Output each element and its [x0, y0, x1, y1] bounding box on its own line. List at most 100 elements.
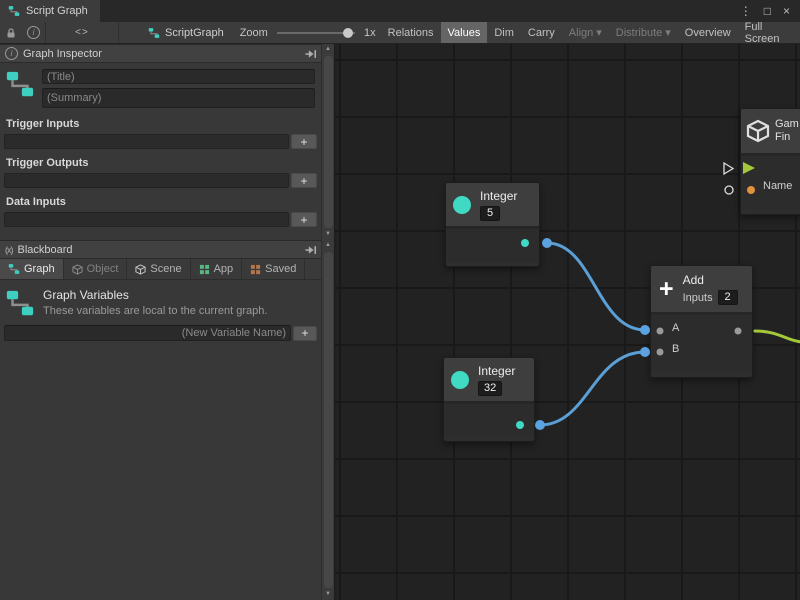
- node-title-line2: Fin: [775, 131, 799, 144]
- blackboard-panel: (x) Blackboard Graph Object: [0, 240, 334, 600]
- app-tab-icon: [199, 264, 210, 275]
- scroll-up-icon[interactable]: ▲: [325, 241, 331, 250]
- graph-inspector-header: i Graph Inspector: [0, 44, 321, 63]
- integer-value-field[interactable]: 32: [478, 381, 502, 396]
- wire-add-result-offscreen[interactable]: [755, 331, 800, 342]
- inspector-scrollbar[interactable]: ▲ ▼: [321, 44, 334, 240]
- node-title: Integer: [480, 189, 517, 203]
- game-object-cube-icon: [746, 119, 770, 143]
- window-tab-script-graph[interactable]: Script Graph: [0, 0, 100, 22]
- align-dropdown[interactable]: Align ▾: [562, 22, 609, 43]
- chevron-down-icon: ▾: [596, 26, 602, 39]
- info-icon: i: [27, 26, 40, 39]
- integer-literal-icon: [450, 370, 470, 390]
- tab-graph-label: Graph: [24, 263, 55, 275]
- distribute-label: Distribute: [616, 27, 662, 39]
- script-graph-icon: [148, 27, 160, 39]
- empty-list: [4, 134, 289, 149]
- full-screen-button[interactable]: Full Screen: [738, 22, 800, 43]
- wire-endpoint[interactable]: [640, 347, 650, 357]
- info-icon-glyph: i: [33, 28, 35, 37]
- integer-value-field[interactable]: 5: [480, 206, 500, 221]
- graph-summary-input[interactable]: [42, 88, 315, 108]
- values-button[interactable]: Values: [441, 22, 488, 43]
- window-close-icon[interactable]: ×: [783, 5, 790, 17]
- node-find-partial[interactable]: Gam Fin Name: [740, 108, 800, 215]
- add-trigger-input-button[interactable]: +: [291, 134, 317, 149]
- overview-button[interactable]: Overview: [678, 22, 738, 43]
- tab-app[interactable]: App: [191, 259, 243, 279]
- graph-asset-name: ScriptGraph: [165, 27, 224, 39]
- saved-tab-icon: [250, 264, 261, 275]
- node-port-area: [446, 229, 539, 262]
- tab-object-label: Object: [87, 263, 119, 275]
- tab-saved[interactable]: Saved: [242, 259, 305, 279]
- wire-integer32-to-add-b[interactable]: [540, 352, 645, 425]
- graph-canvas[interactable]: Integer 5 Integer 32 +: [335, 44, 800, 600]
- inputs-count-field[interactable]: 2: [718, 290, 738, 305]
- graph-title-input[interactable]: [42, 69, 315, 84]
- tab-scene[interactable]: Scene: [127, 259, 190, 279]
- dock-window-icon[interactable]: [305, 48, 316, 59]
- window-menu-icon[interactable]: ⋮: [740, 5, 752, 17]
- scroll-down-icon[interactable]: ▼: [325, 590, 331, 599]
- add-node-icon: +: [659, 279, 674, 299]
- zoom-label: Zoom: [235, 22, 273, 43]
- new-variable-input[interactable]: [4, 325, 291, 341]
- graph-info-button[interactable]: i: [22, 22, 45, 43]
- new-variable-row: +: [0, 322, 321, 344]
- node-port-area: [444, 404, 534, 437]
- blackboard-scrollbar[interactable]: ▲ ▼: [321, 240, 334, 600]
- dock-window-icon[interactable]: [305, 244, 316, 255]
- graph-asset-label: ScriptGraph: [143, 22, 229, 43]
- zoom-value: 1x: [359, 22, 381, 43]
- port-find-value-input[interactable]: [725, 186, 733, 194]
- scrollbar-thumb[interactable]: [324, 252, 333, 588]
- tab-object[interactable]: Object: [64, 259, 128, 279]
- zoom-slider[interactable]: [277, 32, 355, 34]
- add-variable-button[interactable]: +: [293, 326, 317, 341]
- graph-variables-title: Graph Variables: [43, 288, 267, 302]
- integer-literal-icon: [452, 195, 472, 215]
- info-icon: i: [5, 47, 18, 60]
- graph-inspector-panel: i Graph Inspector Trigger Inputs +: [0, 44, 334, 240]
- lock-button[interactable]: [0, 22, 22, 43]
- lock-icon: [5, 27, 17, 39]
- wire-endpoint[interactable]: [640, 325, 650, 335]
- scene-tab-icon: [135, 264, 146, 275]
- blackboard-header: (x) Blackboard: [0, 240, 321, 259]
- wire-endpoint[interactable]: [535, 420, 545, 430]
- scrollbar-thumb[interactable]: [324, 56, 333, 228]
- scroll-up-icon[interactable]: ▲: [325, 45, 331, 54]
- port-find-invoke-arrow-icon[interactable]: [724, 163, 733, 174]
- scroll-down-icon[interactable]: ▼: [325, 230, 331, 239]
- node-title: Add: [683, 273, 704, 287]
- graph-toolbar: i <> ScriptGraph Zoom 1x Relations Value…: [0, 22, 800, 44]
- relations-button[interactable]: Relations: [381, 22, 441, 43]
- node-add[interactable]: + Add Inputs 2 A B: [650, 265, 753, 378]
- wire-endpoint[interactable]: [542, 238, 552, 248]
- distribute-dropdown[interactable]: Distribute ▾: [609, 22, 678, 43]
- carry-button[interactable]: Carry: [521, 22, 562, 43]
- edit-source-button[interactable]: <>: [45, 22, 119, 43]
- window-maximize-icon[interactable]: □: [764, 5, 771, 17]
- carry-label: Carry: [528, 27, 555, 39]
- plus-icon: +: [302, 327, 309, 339]
- add-data-input-button[interactable]: +: [291, 212, 317, 227]
- blackboard-tabs: Graph Object Scene App: [0, 259, 321, 280]
- node-port-area: A B: [651, 315, 752, 373]
- trigger-outputs-list: +: [0, 173, 321, 188]
- wire-integer5-to-add-a[interactable]: [547, 243, 645, 330]
- node-header: Integer 5: [446, 183, 539, 229]
- data-inputs-list: +: [0, 212, 321, 227]
- empty-list: [4, 212, 289, 227]
- script-graph-window: Script Graph ⋮ □ × i <> ScriptGraph Zoom: [0, 0, 800, 600]
- tab-graph[interactable]: Graph: [0, 259, 64, 279]
- node-integer-5[interactable]: Integer 5: [445, 182, 540, 267]
- full-screen-label: Full Screen: [745, 21, 793, 45]
- zoom-slider-handle[interactable]: [343, 28, 353, 38]
- add-trigger-output-button[interactable]: +: [291, 173, 317, 188]
- node-integer-32[interactable]: Integer 32: [443, 357, 535, 442]
- node-header: Integer 32: [444, 358, 534, 404]
- dim-button[interactable]: Dim: [487, 22, 521, 43]
